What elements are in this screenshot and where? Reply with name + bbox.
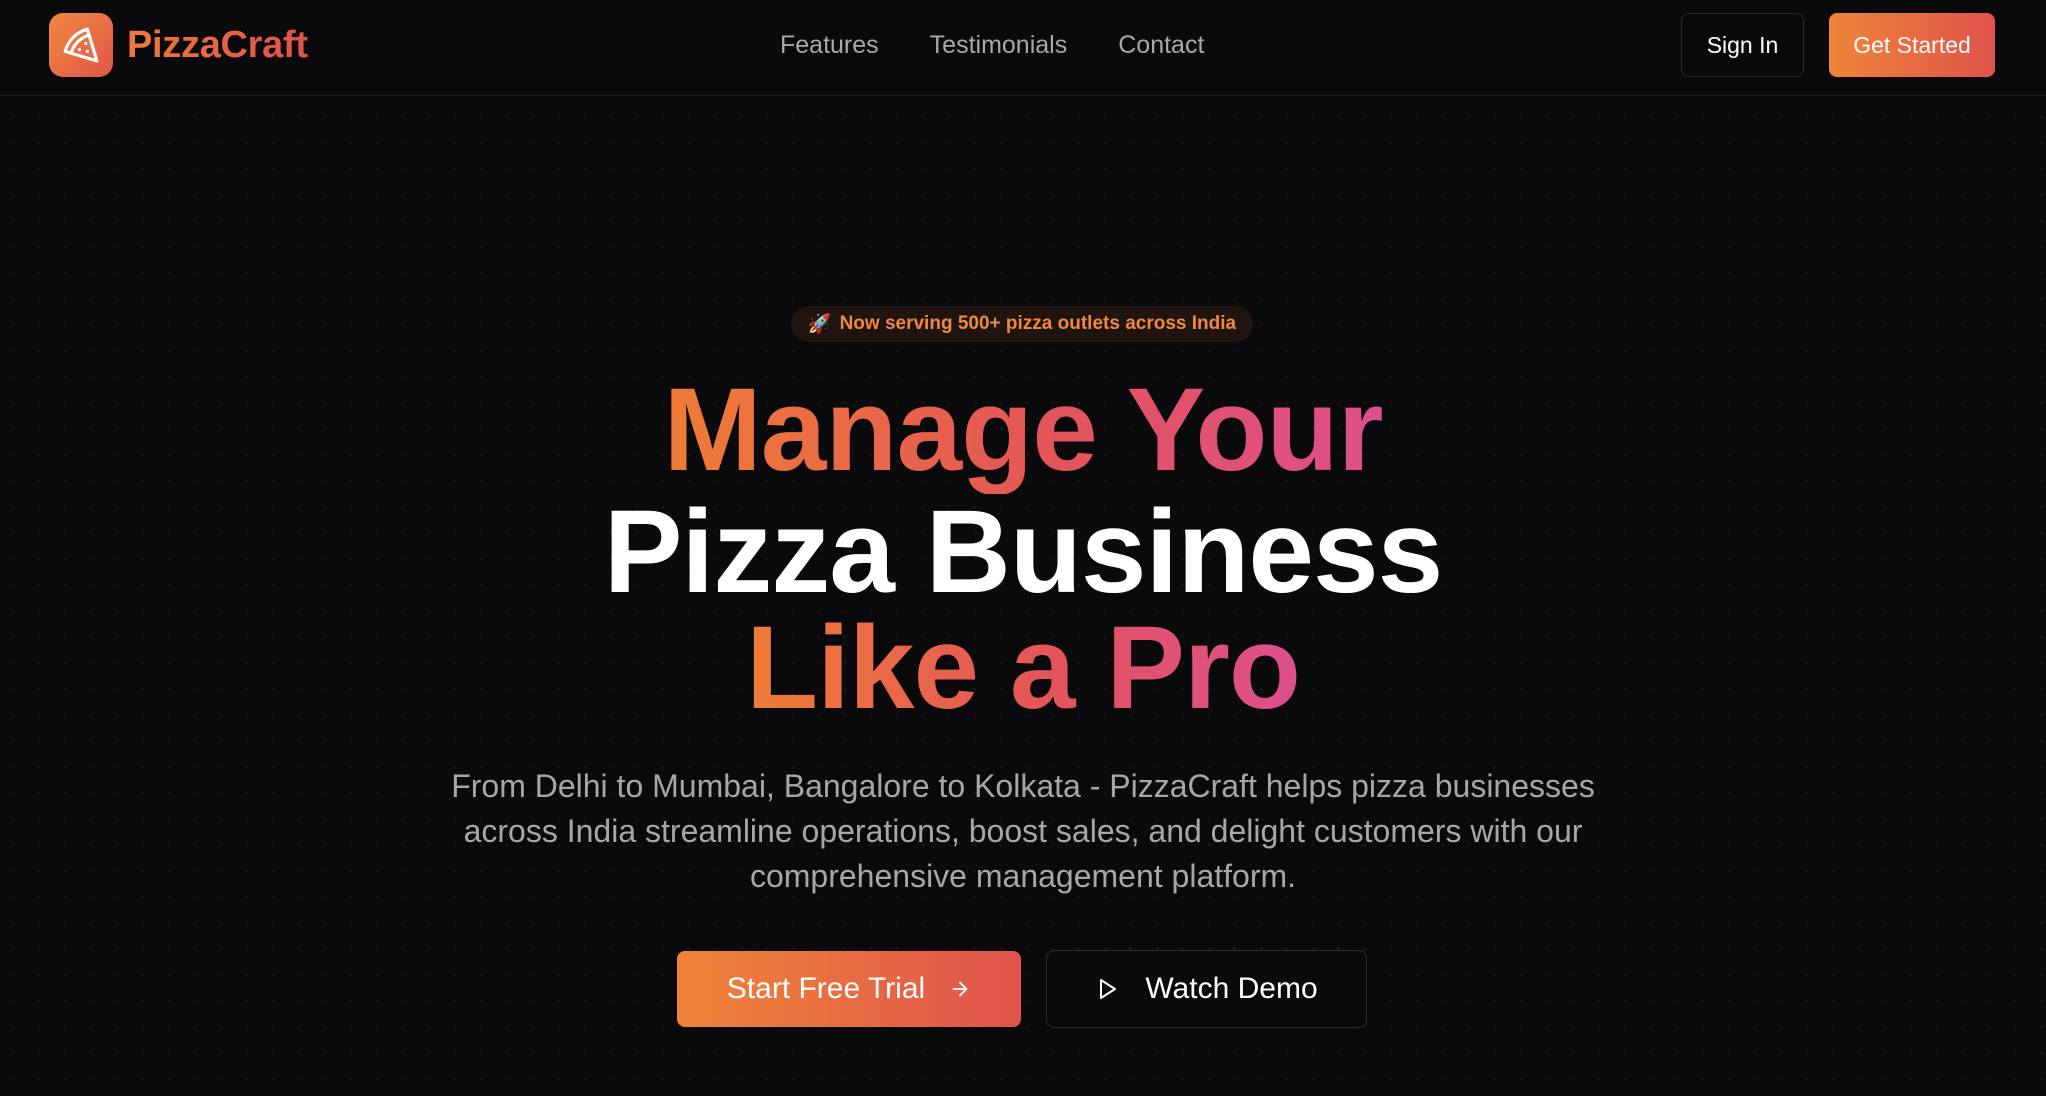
start-free-trial-label: Start Free Trial	[726, 972, 926, 1005]
headline-line-1: Manage Your	[663, 364, 1383, 496]
start-free-trial-button[interactable]: Start Free Trial	[677, 951, 1021, 1027]
watch-demo-label: Watch Demo	[1145, 972, 1318, 1005]
nav-link-contact[interactable]: Contact	[1118, 28, 1204, 62]
landing-page: PizzaCraft Features Testimonials Contact…	[0, 0, 2046, 1096]
brand-logo[interactable]: PizzaCraft	[49, 13, 308, 77]
nav-links: Features Testimonials Contact	[780, 28, 1204, 62]
hero-headline: Manage Your Pizza Business Like a Pro	[0, 364, 2046, 734]
top-navbar: PizzaCraft Features Testimonials Contact…	[0, 0, 2046, 96]
nav-link-features[interactable]: Features	[780, 28, 879, 62]
hero-description: From Delhi to Mumbai, Bangalore to Kolka…	[451, 768, 1595, 894]
headline-line-2: Pizza Business	[603, 486, 1444, 618]
arrow-right-icon	[949, 978, 971, 1000]
watch-demo-button[interactable]: Watch Demo	[1046, 950, 1367, 1028]
badge-text: Now serving 500+ pizza outlets across In…	[839, 313, 1237, 334]
nav-link-testimonials[interactable]: Testimonials	[930, 28, 1068, 62]
get-started-button[interactable]: Get Started	[1829, 13, 1995, 77]
sign-in-button[interactable]: Sign In	[1681, 13, 1804, 77]
brand-name: PizzaCraft	[127, 23, 308, 66]
headline-line-3: Like a Pro	[745, 602, 1301, 734]
pizza-slice-icon	[49, 13, 113, 77]
play-icon	[1095, 977, 1119, 1001]
rocket-icon: 🚀	[807, 314, 832, 335]
announcement-badge: 🚀 Now serving 500+ pizza outlets across …	[791, 306, 1253, 342]
